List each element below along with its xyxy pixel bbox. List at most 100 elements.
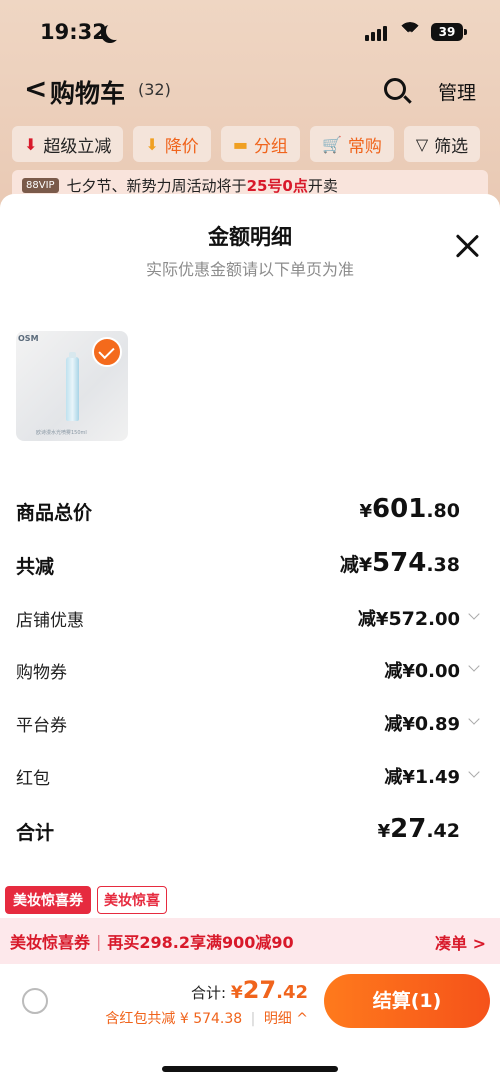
red-packet-value: 减¥1.49 xyxy=(384,763,460,789)
amount-int: 27 xyxy=(242,976,277,1004)
currency: ¥ xyxy=(377,821,391,842)
total-reduce-value: 减¥574.38 xyxy=(340,548,460,578)
amount-int: 572 xyxy=(388,608,429,630)
row-shop-discount[interactable]: 店铺优惠 减¥572.00 xyxy=(16,602,484,636)
row-label: 店铺优惠 xyxy=(16,611,84,631)
amount-prefix: 减¥ xyxy=(357,609,389,630)
chevron-down-icon xyxy=(468,713,480,725)
cart-count: (32) xyxy=(138,80,171,99)
battery-icon: 39 xyxy=(431,23,467,41)
chip-label: 降价 xyxy=(164,136,199,157)
chevron-down-icon xyxy=(468,660,480,672)
row-sum: 合计 ¥27.42 xyxy=(16,814,484,848)
price-down-icon: ⬇ xyxy=(145,134,159,154)
status-bar: 19:32 39 xyxy=(0,20,500,48)
divider: | xyxy=(250,1011,256,1027)
chip-label: 分组 xyxy=(253,136,288,157)
amount-int: 601 xyxy=(372,494,427,524)
amount-prefix: 减¥ xyxy=(339,554,373,576)
page-title: 购物车 xyxy=(50,79,126,108)
vip-badge: 88VIP xyxy=(22,177,59,193)
sheet-title: 金额明细 xyxy=(208,225,292,249)
row-label: 购物券 xyxy=(16,663,67,683)
status-time: 19:32 xyxy=(40,20,107,44)
moon-icon xyxy=(106,22,124,40)
cart-icon: 🛒 xyxy=(321,134,342,154)
amount-prefix: 减¥ xyxy=(384,714,415,735)
back-button[interactable]: < xyxy=(24,75,47,103)
detail-toggle[interactable]: 明细 ^ xyxy=(264,1011,308,1027)
notice-text-pre: 七夕节、新势力周活动将于 xyxy=(66,176,247,195)
chip-frequent[interactable]: 🛒 常购 xyxy=(309,126,394,162)
amount-int: 1 xyxy=(414,766,429,788)
amount-dec: .89 xyxy=(428,714,460,735)
chip-super-discount[interactable]: ⬇ 超级立减 xyxy=(12,126,124,162)
amount-dec: .42 xyxy=(276,982,308,1003)
row-red-packet[interactable]: 红包 减¥1.49 xyxy=(16,760,484,794)
amount-dec: .00 xyxy=(428,661,460,682)
row-goods-total: 商品总价 ¥601.80 xyxy=(16,494,484,528)
chip-label: 常购 xyxy=(347,136,382,157)
amount-int: 27 xyxy=(390,814,427,844)
add-items-link[interactable]: 凑单 > xyxy=(435,930,486,954)
shopping-coupon-value: 减¥0.00 xyxy=(384,657,460,683)
footer-sub: 含红包共减 ¥ 574.38 | 明细 ^ xyxy=(105,1008,308,1028)
amount-prefix: 减¥ xyxy=(384,767,415,788)
promo-tag-beauty[interactable]: 美妆惊喜 xyxy=(97,886,167,914)
amount-int: 574 xyxy=(372,548,427,578)
notice-text-post: 开卖 xyxy=(307,176,338,195)
amount-int: 0 xyxy=(414,713,429,735)
manage-button[interactable]: 管理 xyxy=(438,78,476,105)
chevron-down-icon xyxy=(468,766,480,778)
product-caption: 欧诗漫水光喷雾150ml xyxy=(36,430,87,436)
amount-int: 0 xyxy=(414,660,429,682)
row-label: 合计 xyxy=(16,822,55,844)
amount-dec: .42 xyxy=(426,820,460,842)
platform-coupon-value: 减¥0.89 xyxy=(384,710,460,736)
promo-bar-title: 美妆惊喜券 xyxy=(10,933,91,952)
row-label: 平台券 xyxy=(16,716,67,736)
shop-discount-value: 减¥572.00 xyxy=(358,605,460,631)
footer-total: 合计: ¥27.42 xyxy=(191,976,308,1004)
amount-dec: .49 xyxy=(428,767,460,788)
row-label: 商品总价 xyxy=(16,502,93,524)
promo-bar-text: 再买298.2享满900减90 xyxy=(107,933,294,952)
checkout-button[interactable]: 结算(1) xyxy=(324,974,490,1028)
sheet-subtitle: 实际优惠金额请以下单页为准 xyxy=(145,260,354,279)
promo-tags: 美妆惊喜券 美妆惊喜 xyxy=(5,886,167,914)
checkout-footer: 合计: ¥27.42 含红包共减 ¥ 574.38 | 明细 ^ 结算(1) xyxy=(0,964,500,1082)
home-indicator xyxy=(162,1066,338,1072)
product-brand: OSM xyxy=(18,334,39,343)
total-label: 合计: xyxy=(191,984,227,1002)
amount-dec: .38 xyxy=(426,554,460,576)
signal-icon xyxy=(365,26,387,41)
row-label: 红包 xyxy=(16,769,50,789)
close-icon[interactable] xyxy=(455,234,479,258)
filter-icon: ▽ xyxy=(415,134,429,154)
down-arrow-icon: ⬇ xyxy=(24,134,38,154)
row-label: 共减 xyxy=(16,556,55,578)
row-platform-coupon[interactable]: 平台券 减¥0.89 xyxy=(16,707,484,741)
currency: ¥ xyxy=(230,983,243,1003)
promo-tag-beauty-coupon[interactable]: 美妆惊喜券 xyxy=(5,886,91,914)
folder-icon: ▬ xyxy=(232,134,248,154)
search-icon[interactable] xyxy=(384,78,406,100)
notice-highlight: 25号0点 xyxy=(246,176,308,195)
row-shopping-coupon[interactable]: 购物券 减¥0.00 xyxy=(16,654,484,688)
currency: ¥ xyxy=(359,501,373,522)
promo-separator: | xyxy=(96,931,102,951)
chip-label: 超级立减 xyxy=(43,136,112,157)
promo-bar[interactable]: 美妆惊喜券 | 再买298.2享满900减90 凑单 > xyxy=(0,918,500,964)
chip-label: 筛选 xyxy=(434,136,469,157)
select-all-radio[interactable] xyxy=(22,988,48,1014)
total-amount: ¥27.42 xyxy=(230,976,308,1004)
check-icon[interactable] xyxy=(92,337,122,367)
cart-navbar: < 购物车 (32) 管理 xyxy=(0,70,500,110)
chip-group[interactable]: ▬ 分组 xyxy=(220,126,300,162)
goods-total-value: ¥601.80 xyxy=(360,494,460,524)
row-total-reduce: 共减 减¥574.38 xyxy=(16,548,484,582)
chip-filter[interactable]: ▽ 筛选 xyxy=(403,126,481,162)
reduce-summary: 含红包共减 ¥ 574.38 xyxy=(105,1011,243,1027)
chip-price-drop[interactable]: ⬇ 降价 xyxy=(133,126,211,162)
amount-dec: .80 xyxy=(426,500,460,522)
